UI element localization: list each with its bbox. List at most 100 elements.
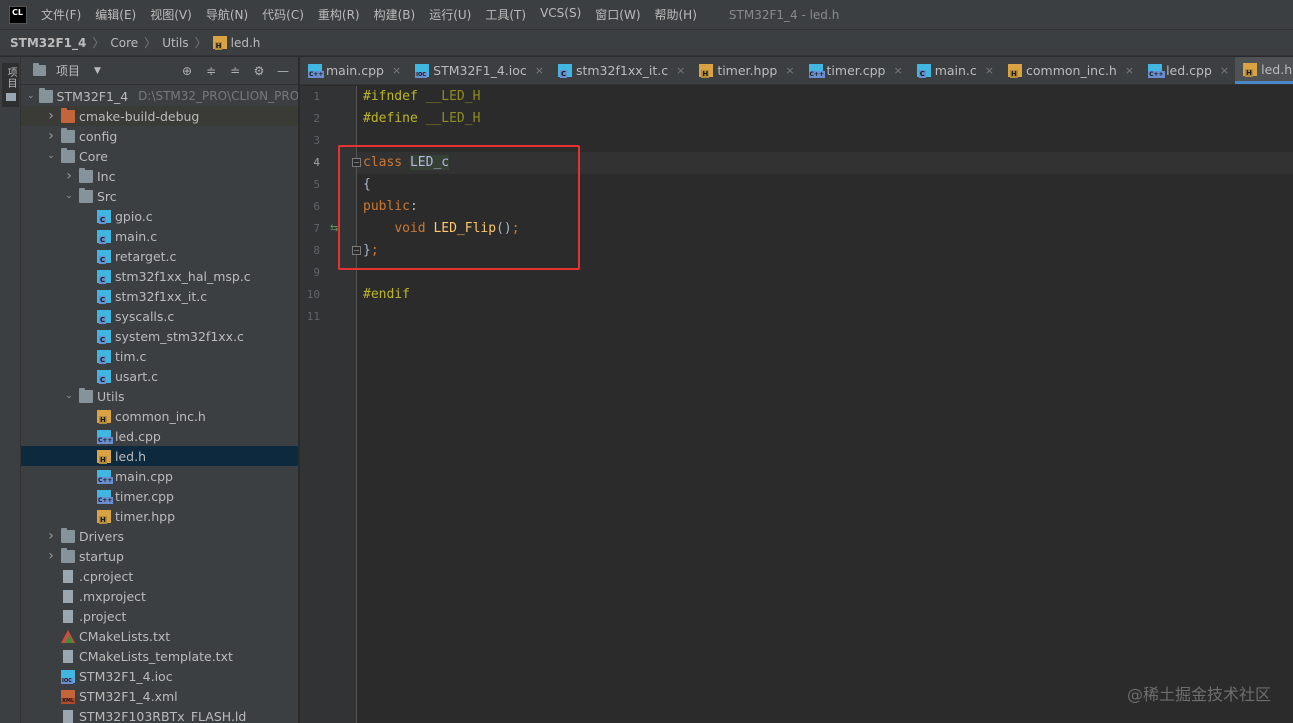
- menu-item-3[interactable]: 导航(N): [206, 6, 248, 23]
- chevron-right-icon[interactable]: ›: [45, 548, 57, 564]
- tree-item[interactable]: ›CMakeLists_template.txt: [21, 646, 298, 666]
- code-line-8[interactable]: };: [363, 240, 379, 262]
- code-line-6[interactable]: public:: [363, 196, 418, 218]
- editor-tab[interactable]: stm32f1xx_it.c ×: [550, 57, 691, 84]
- breadcrumb-utils[interactable]: Utils: [162, 36, 188, 50]
- collapse-all-icon[interactable]: ≐: [228, 64, 242, 78]
- editor-tab[interactable]: timer.hpp ×: [691, 57, 800, 84]
- close-icon[interactable]: ×: [535, 64, 544, 77]
- project-tool-tab[interactable]: 项目: [2, 63, 19, 107]
- close-icon[interactable]: ×: [985, 64, 994, 77]
- tree-item[interactable]: ›.project: [21, 606, 298, 626]
- tree-item[interactable]: ›main.c: [21, 226, 298, 246]
- close-icon[interactable]: ×: [676, 64, 685, 77]
- close-icon[interactable]: ×: [392, 64, 401, 77]
- preprocessor-keyword: #endif: [363, 287, 410, 302]
- menu-item-10[interactable]: 窗口(W): [595, 6, 640, 23]
- fold-icon[interactable]: −: [352, 246, 361, 255]
- editor-tab[interactable]: led.h×: [1235, 57, 1293, 84]
- code-editor[interactable]: 1 2 3 4 5 6 7 8 9 10 11 − − ⇆ #ifndef __LED_H #define…: [300, 86, 1293, 723]
- hide-panel-icon[interactable]: —: [276, 64, 290, 78]
- tree-item[interactable]: ›tim.c: [21, 346, 298, 366]
- void-keyword: void: [394, 221, 426, 236]
- tree-item[interactable]: ›stm32f1xx_hal_msp.c: [21, 266, 298, 286]
- close-icon[interactable]: ×: [1125, 64, 1134, 77]
- text-file-icon: [63, 569, 73, 583]
- fold-icon[interactable]: −: [352, 158, 361, 167]
- close-icon[interactable]: ×: [785, 64, 794, 77]
- tree-item[interactable]: ⌄ Src: [21, 186, 298, 206]
- tree-item[interactable]: ⌄ Utils: [21, 386, 298, 406]
- editor-tab[interactable]: STM32F1_4.ioc ×: [407, 57, 550, 84]
- tree-item[interactable]: ›.cproject: [21, 566, 298, 586]
- tree-item[interactable]: ›timer.hpp: [21, 506, 298, 526]
- menu-item-2[interactable]: 视图(V): [150, 6, 192, 23]
- chevron-down-icon[interactable]: ⌄: [27, 91, 35, 101]
- tree-item[interactable]: ›gpio.c: [21, 206, 298, 226]
- chevron-down-icon[interactable]: ⌄: [63, 391, 75, 401]
- chevron-right-icon[interactable]: ›: [63, 168, 75, 184]
- breadcrumb-core[interactable]: Core: [110, 36, 138, 50]
- editor-tab[interactable]: timer.cpp ×: [801, 57, 909, 84]
- code-line-2[interactable]: #define __LED_H: [363, 108, 480, 130]
- tree-item[interactable]: ›retarget.c: [21, 246, 298, 266]
- project-tool-tab-label: 项目: [5, 67, 16, 89]
- go-to-implementation-icon[interactable]: ⇆: [330, 224, 342, 234]
- chevron-right-icon[interactable]: ›: [45, 528, 57, 544]
- tree-item[interactable]: ›stm32f1xx_it.c: [21, 286, 298, 306]
- code-line-10[interactable]: #endif: [363, 284, 410, 306]
- tree-item[interactable]: ›led.h: [21, 446, 298, 466]
- menu-item-0[interactable]: 文件(F): [41, 6, 81, 23]
- chevron-down-icon[interactable]: ⌄: [63, 191, 75, 201]
- gear-icon[interactable]: ⚙: [252, 64, 266, 78]
- tree-item[interactable]: ›led.cpp: [21, 426, 298, 446]
- menu-item-9[interactable]: VCS(S): [540, 6, 581, 23]
- menu-item-7[interactable]: 运行(U): [429, 6, 471, 23]
- tree-item[interactable]: ›common_inc.h: [21, 406, 298, 426]
- menu-item-11[interactable]: 帮助(H): [655, 6, 697, 23]
- menu-item-1[interactable]: 编辑(E): [95, 6, 136, 23]
- code-line-4[interactable]: class LED_c: [363, 152, 450, 174]
- project-panel-title[interactable]: 项目: [56, 62, 80, 79]
- tree-item[interactable]: ›usart.c: [21, 366, 298, 386]
- editor-tab[interactable]: main.cpp ×: [300, 57, 407, 84]
- tree-item[interactable]: ›main.cpp: [21, 466, 298, 486]
- tree-item[interactable]: › cmake-build-debug: [21, 106, 298, 126]
- tree-item[interactable]: ›STM32F1_4.xml: [21, 686, 298, 706]
- chevron-right-icon: 〉: [92, 36, 105, 50]
- code-line-1[interactable]: #ifndef __LED_H: [363, 86, 480, 108]
- chevron-down-icon[interactable]: ⌄: [45, 151, 57, 161]
- tree-item[interactable]: ›STM32F1_4.ioc: [21, 666, 298, 686]
- tree-item[interactable]: ›CMakeLists.txt: [21, 626, 298, 646]
- close-icon[interactable]: ×: [1220, 64, 1229, 77]
- tree-item[interactable]: ›timer.cpp: [21, 486, 298, 506]
- tree-item[interactable]: ›system_stm32f1xx.c: [21, 326, 298, 346]
- editor-tab[interactable]: led.cpp ×: [1140, 57, 1235, 84]
- breadcrumb-project[interactable]: STM32F1_4: [10, 36, 86, 50]
- tree-item[interactable]: ⌄ Core: [21, 146, 298, 166]
- editor-tab[interactable]: common_inc.h ×: [1000, 57, 1140, 84]
- tree-item[interactable]: › Inc: [21, 166, 298, 186]
- menu-item-8[interactable]: 工具(T): [485, 6, 526, 23]
- tree-item[interactable]: ›syscalls.c: [21, 306, 298, 326]
- menu-item-6[interactable]: 构建(B): [374, 6, 416, 23]
- tree-item[interactable]: ›.mxproject: [21, 586, 298, 606]
- tree-item[interactable]: ›STM32F103RBTx_FLASH.ld: [21, 706, 298, 723]
- caret-down-icon[interactable]: ▼: [94, 66, 101, 76]
- cpp-file-icon: [97, 489, 114, 504]
- locate-file-icon[interactable]: ⊕: [180, 64, 194, 78]
- chevron-right-icon[interactable]: ›: [45, 108, 57, 124]
- breadcrumb-file[interactable]: led.h: [231, 36, 261, 50]
- chevron-right-icon[interactable]: ›: [45, 128, 57, 144]
- tree-item[interactable]: › config: [21, 126, 298, 146]
- tree-item[interactable]: ⌄ STM32F1_4 D:\STM32_PRO\CLION_PRO: [21, 86, 298, 106]
- menu-item-5[interactable]: 重构(R): [318, 6, 360, 23]
- close-icon[interactable]: ×: [893, 64, 902, 77]
- code-line-7[interactable]: void LED_Flip();: [363, 218, 519, 240]
- code-line-5[interactable]: {: [363, 174, 371, 196]
- expand-all-icon[interactable]: ≑: [204, 64, 218, 78]
- menu-item-4[interactable]: 代码(C): [262, 6, 304, 23]
- tree-item[interactable]: › startup: [21, 546, 298, 566]
- editor-tab[interactable]: main.c ×: [909, 57, 1000, 84]
- tree-item[interactable]: › Drivers: [21, 526, 298, 546]
